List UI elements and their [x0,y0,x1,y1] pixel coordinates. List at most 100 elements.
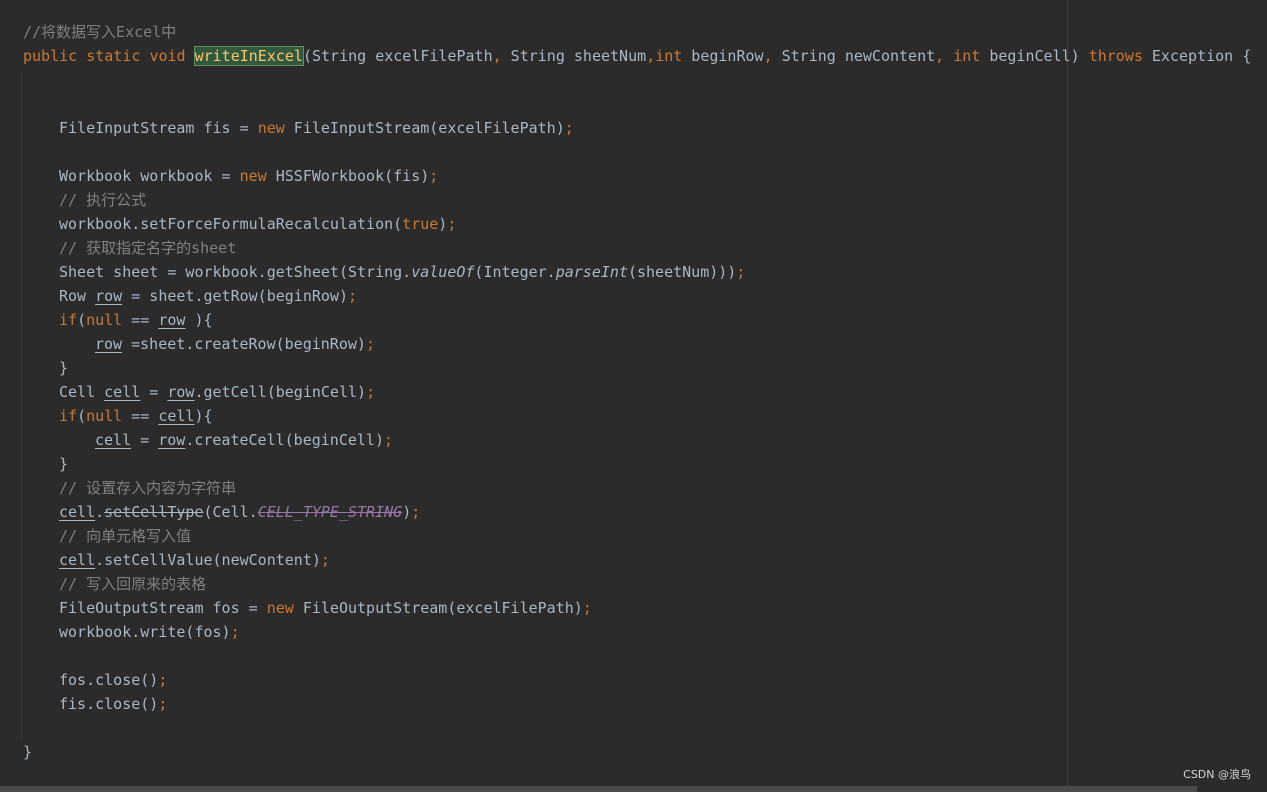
variable-row: row [95,287,123,305]
variable-row: row [158,311,186,329]
code-line-if-row: if(null == row ){ [59,308,213,332]
code-text: Cell [59,383,105,401]
code-line-create-cell: cell = row.createCell(beginCell); [95,428,393,452]
semicolon: ; [736,263,746,281]
method-name-highlighted[interactable]: writeInExcel [193,46,304,66]
keyword-int: int [953,47,981,65]
code-line-close-brace: } [59,455,69,473]
keyword-static: static [86,47,141,65]
code-line-method-signature: public static void writeInExcel(String e… [23,44,1251,68]
code-text: (Integer. [474,263,556,281]
keyword-if: if [59,407,78,425]
code-text: . [95,503,105,521]
code-text: (sheetNum))) [627,263,737,281]
code-text: Workbook workbook = [59,167,240,185]
code-comment-settype: // 设置存入内容为字符串 [59,479,237,497]
keyword-new: new [239,167,267,185]
code-text: ( [77,407,87,425]
code-text: = sheet.getRow(beginRow) [122,287,348,305]
semicolon: ; [564,119,574,137]
semicolon: ; [429,167,439,185]
variable-cell: cell [95,431,132,449]
code-text: ( [77,311,87,329]
code-text: == [122,407,159,425]
right-margin-guide [1067,0,1068,792]
code-text: ) [438,215,448,233]
sig-param-5: beginCell) [980,47,1080,65]
sig-exception: Exception { [1142,47,1252,65]
code-text: FileInputStream fis = [59,119,258,137]
semicolon: ; [384,431,394,449]
code-text: =sheet.createRow(beginRow) [122,335,366,353]
semicolon: ; [366,383,376,401]
semicolon: ; [158,671,168,689]
semicolon: ; [411,503,421,521]
code-text: HSSFWorkbook(fis) [266,167,430,185]
sig-comma-4: , [935,47,945,65]
code-line-fis: FileInputStream fis = new FileInputStrea… [59,116,574,140]
code-text: .setCellValue(newContent) [95,551,321,569]
sig-param-1: (String excelFilePath [302,47,493,65]
code-text: FileOutputStream(excelFilePath) [293,599,583,617]
variable-cell: cell [104,383,141,401]
keyword-null: null [86,311,123,329]
code-line-set-cell-type: cell.setCellType(Cell.CELL_TYPE_STRING); [59,500,420,524]
code-text: (Cell. [203,503,258,521]
code-line-fos-close: fos.close(); [59,668,167,692]
code-text: ) [402,503,412,521]
watermark: CSDN @浪鸟 [1183,768,1251,781]
semicolon: ; [320,551,330,569]
code-text: .createCell(beginCell) [185,431,384,449]
deprecated-method: setCellType [104,503,204,521]
code-line-workbook: Workbook workbook = new HSSFWorkbook(fis… [59,164,438,188]
code-line-if-cell: if(null == cell){ [59,404,213,428]
sig-param-2: String sheetNum [501,47,647,65]
code-comment-exec: // 执行公式 [59,191,147,209]
variable-row: row [167,383,195,401]
variable-cell: cell [59,551,96,569]
code-line-close-brace: } [59,359,69,377]
keyword-throws: throws [1088,47,1143,65]
code-text: = [140,383,168,401]
code-line-fos: FileOutputStream fos = new FileOutputStr… [59,596,592,620]
code-line-row: Row row = sheet.getRow(beginRow); [59,284,357,308]
code-line-create-row: row =sheet.createRow(beginRow); [95,332,375,356]
keyword-public: public [23,47,78,65]
code-line-set-value: cell.setCellValue(newContent); [59,548,330,572]
semicolon: ; [348,287,358,305]
semicolon: ; [365,335,375,353]
code-line-workbook-write: workbook.write(fos); [59,620,240,644]
code-comment-back: // 写入回原来的表格 [59,575,207,593]
horizontal-scrollbar[interactable] [0,786,1197,792]
code-comment-write: // 向单元格写入值 [59,527,192,545]
semicolon: ; [582,599,592,617]
semicolon: ; [158,695,168,713]
variable-row: row [95,335,123,353]
variable-cell: cell [158,407,195,425]
sig-comma-1: , [492,47,502,65]
code-line-final-brace: } [23,743,33,761]
code-text: workbook.write(fos) [59,623,231,641]
code-text: == [122,311,159,329]
keyword-if: if [59,311,78,329]
code-line-force-recalc: workbook.setForceFormulaRecalculation(tr… [59,212,456,236]
sig-param-4: String newContent [772,47,936,65]
semicolon: ; [447,215,457,233]
sig-comma-3: , [763,47,773,65]
code-editor[interactable]: //将数据写入Excel中 public static void writeIn… [0,0,1267,792]
code-text: Row [59,287,96,305]
code-text: ){ [194,407,213,425]
code-line-fis-close: fis.close(); [59,692,167,716]
code-text: FileInputStream(excelFilePath) [284,119,565,137]
variable-cell: cell [59,503,96,521]
code-text: workbook.setForceFormulaRecalculation( [59,215,403,233]
code-text: ){ [185,311,213,329]
code-text: fis.close() [59,695,159,713]
code-text: = [131,431,159,449]
code-text: Sheet sheet = workbook.getSheet(String. [59,263,412,281]
keyword-void: void [149,47,186,65]
code-text: fos.close() [59,671,159,689]
deprecated-constant: CELL_TYPE_STRING [257,503,403,521]
keyword-true: true [402,215,439,233]
code-text: FileOutputStream fos = [59,599,267,617]
